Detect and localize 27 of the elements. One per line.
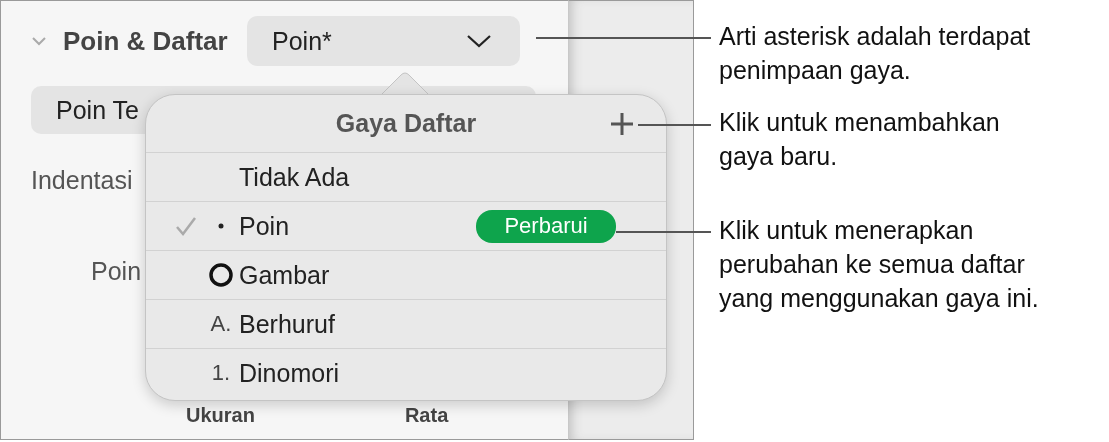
list-style-item[interactable]: Gambar: [146, 250, 666, 299]
popover-title: Gaya Daftar: [335, 109, 477, 138]
style-dropdown[interactable]: Poin*: [247, 16, 520, 66]
bullet-label: Poin: [91, 257, 142, 286]
section-title: Poin & Daftar: [63, 25, 229, 57]
column-label: Ukuran: [186, 404, 255, 427]
callout-text: Arti asterisk adalah terdapat penimpaan gaya.: [719, 21, 1032, 86]
callout-text: Klik untuk menerapkan perubahan ke semua daftar yang menggunakan gaya ini.: [719, 215, 1040, 314]
column-label: Rata: [404, 404, 449, 427]
item-label: Dinomori: [239, 358, 340, 388]
chevron-down-icon: [466, 33, 492, 49]
list-marker: 1.: [211, 360, 231, 386]
item-label: Tidak Ada: [239, 162, 350, 192]
indent-label: Indentasi: [31, 166, 133, 195]
item-label: Gambar: [239, 260, 330, 290]
add-button[interactable]: [610, 112, 634, 136]
plus-icon: [610, 112, 634, 136]
callout-text: Klik untuk menambahkan gaya baru.: [719, 107, 1001, 172]
list-style-item[interactable]: A. Berhuruf: [146, 299, 666, 348]
list-marker: A.: [210, 311, 232, 337]
list-style-item[interactable]: Poin Perbarui: [146, 201, 666, 250]
list-style-item[interactable]: 1. Dinomori: [146, 348, 666, 397]
bullet-icon: [218, 223, 224, 229]
item-label: Berhuruf: [239, 309, 335, 339]
list-style-item[interactable]: Tidak Ada: [146, 152, 666, 201]
item-label: Poin: [239, 211, 290, 241]
circle-icon: [209, 263, 233, 287]
